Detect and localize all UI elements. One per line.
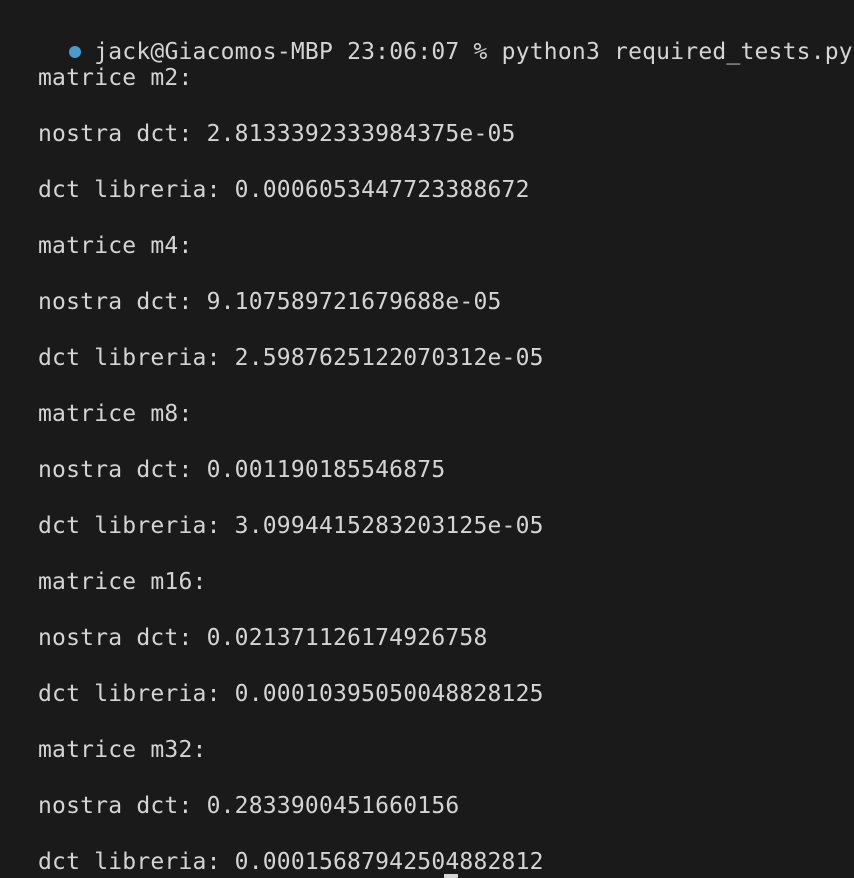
output-line: dct libreria: 0.00015687942504882812 (38, 849, 544, 875)
output-line: matrice m16: (38, 569, 207, 595)
output-line: matrice m4: (38, 233, 193, 259)
output-line: dct libreria: 3.0994415283203125e-05 (38, 513, 544, 539)
output-line: nostra dct: 9.107589721679688e-05 (38, 289, 502, 315)
output-line: dct libreria: 0.00010395050048828125 (38, 681, 544, 707)
output-line: matrice m32: (38, 737, 207, 763)
output-line: nostra dct: 2.8133392333984375e-05 (38, 121, 516, 147)
prompt-symbol: % (473, 39, 488, 65)
output-line: matrice m2: (38, 65, 193, 91)
terminal-window[interactable]: jack@Giacomos-MBP 23:06:07 % python3 req… (0, 0, 854, 878)
output-line: nostra dct: 0.021371126174926758 (38, 625, 488, 651)
command-prompt-line: jack@Giacomos-MBP 23:06:07 % python3 req… (13, 7, 853, 65)
output-line: dct libreria: 0.0006053447723388672 (38, 177, 530, 203)
output-line: nostra dct: 0.001190185546875 (38, 457, 446, 483)
text-cursor (444, 874, 458, 878)
output-line: nostra dct: 0.2833900451660156 (38, 793, 460, 819)
output-line: dct libreria: 2.5987625122070312e-05 (38, 345, 544, 371)
output-line: matrice m8: (38, 401, 193, 427)
status-dot-icon (69, 46, 82, 58)
prompt-user-host: jack@Giacomos-MBP (94, 39, 334, 65)
prompt-command: python3 required_tests.py (501, 39, 853, 65)
prompt-time: 23:06:07 (347, 39, 460, 65)
